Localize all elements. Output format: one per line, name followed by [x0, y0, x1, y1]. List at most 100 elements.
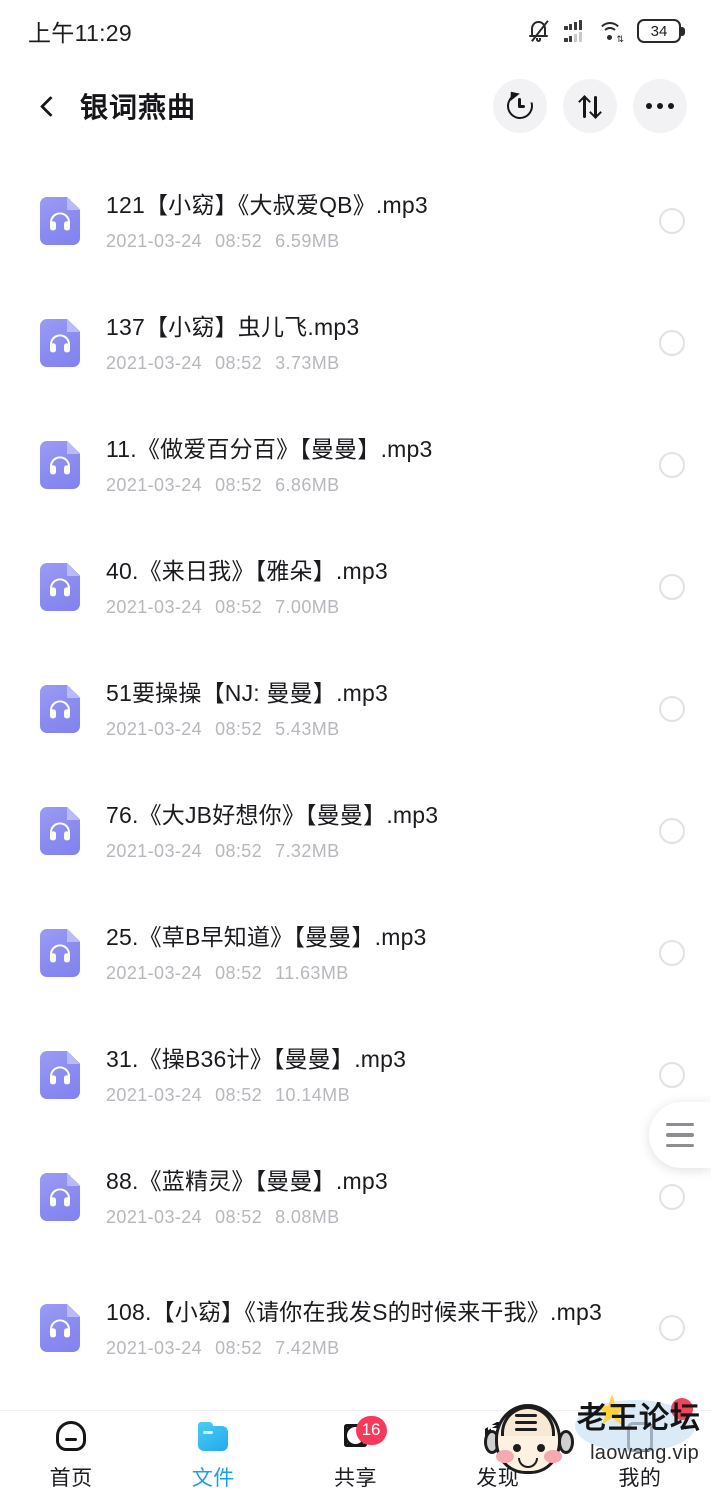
page-title: 银词燕曲	[80, 92, 197, 123]
file-select-checkbox[interactable]	[659, 574, 685, 600]
audio-file-icon	[40, 807, 80, 855]
file-list-item[interactable]: 11.《做爱百分百》【曼曼】.mp3 2021-03-24 08:52 6.86MB	[0, 404, 711, 526]
battery-icon: 34	[637, 19, 685, 43]
sort-arrows-icon	[576, 91, 604, 121]
nav-label-share: 共享	[334, 1466, 377, 1490]
audio-file-icon	[40, 441, 80, 489]
nav-label-discover: 发现	[476, 1466, 520, 1490]
history-button[interactable]	[493, 79, 547, 133]
file-time: 08:52	[215, 231, 263, 252]
file-list-item[interactable]: 40.《来日我》【雅朵】.mp3 2021-03-24 08:52 7.00MB	[0, 526, 711, 648]
file-select-checkbox[interactable]	[659, 208, 685, 234]
file-meta: 2021-03-24 08:52 7.00MB	[106, 597, 639, 618]
file-select-checkbox[interactable]	[659, 940, 685, 966]
file-select-checkbox[interactable]	[659, 696, 685, 722]
file-list-item[interactable]: 137【小窈】虫儿飞.mp3 2021-03-24 08:52 3.73MB	[0, 282, 711, 404]
file-time: 08:52	[215, 475, 263, 496]
file-size: 3.73MB	[275, 353, 340, 374]
file-time: 08:52	[215, 1085, 263, 1106]
file-date: 2021-03-24	[106, 719, 203, 740]
file-size: 7.32MB	[275, 841, 340, 862]
audio-file-icon	[40, 563, 80, 611]
file-list-item[interactable]: 108.【小窈】《请你在我发S的时候来干我》.mp3 2021-03-24 08:5…	[0, 1258, 711, 1398]
file-name: 121【小窈】《大叔爱QB》.mp3	[106, 191, 428, 218]
file-size: 6.59MB	[275, 231, 340, 252]
history-icon	[502, 88, 538, 124]
file-text-block: 76.《大JB好想你》【曼曼】.mp3 2021-03-24 08:52 7.32MB	[106, 800, 659, 862]
battery-level: 34	[650, 22, 668, 40]
file-size: 5.43MB	[275, 719, 340, 740]
file-list-item[interactable]: 88.《蓝精灵》【曼曼】.mp3 2021-03-24 08:52 8.08MB	[0, 1136, 711, 1258]
file-select-checkbox[interactable]	[659, 818, 685, 844]
file-text-block: 31.《操B36计》【曼曼】.mp3 2021-03-24 08:52 10.14MB	[106, 1044, 659, 1106]
file-select-checkbox[interactable]	[659, 1315, 685, 1341]
more-button[interactable]	[633, 79, 687, 133]
file-name: 25.《草B早知道》【曼曼】.mp3	[106, 923, 427, 950]
file-time: 08:52	[215, 841, 263, 862]
file-text-block: 11.《做爱百分百》【曼曼】.mp3 2021-03-24 08:52 6.86MB	[106, 434, 659, 496]
file-date: 2021-03-24	[106, 353, 203, 374]
file-list-item[interactable]: 76.《大JB好想你》【曼曼】.mp3 2021-03-24 08:52 7.32MB	[0, 770, 711, 892]
share-loops-icon: 16	[337, 1415, 387, 1454]
file-text-block: 137【小窈】虫儿飞.mp3 2021-03-24 08:52 3.73MB	[106, 312, 659, 374]
signal-icon	[564, 20, 582, 42]
sort-button[interactable]	[563, 79, 617, 133]
nav-label-files: 文件	[191, 1466, 235, 1490]
audio-file-icon	[40, 929, 80, 977]
nav-item-discover[interactable]: 发现	[427, 1411, 569, 1500]
nav-label-mine: 我的	[618, 1466, 662, 1490]
file-text-block: 88.《蓝精灵》【曼曼】.mp3 2021-03-24 08:52 8.08MB	[106, 1166, 659, 1228]
audio-file-icon	[40, 197, 80, 245]
file-text-block: 108.【小窈】《请你在我发S的时候来干我》.mp3 2021-03-24 08:5…	[106, 1297, 659, 1359]
file-time: 08:52	[215, 1338, 263, 1359]
file-date: 2021-03-24	[106, 231, 203, 252]
app-bar: 银词燕曲	[0, 62, 711, 150]
file-meta: 2021-03-24 08:52 11.63MB	[106, 963, 639, 984]
audio-file-icon	[40, 685, 80, 733]
audio-file-icon	[40, 1173, 80, 1221]
file-meta: 2021-03-24 08:52 10.14MB	[106, 1085, 639, 1106]
file-date: 2021-03-24	[106, 1085, 203, 1106]
file-select-checkbox[interactable]	[659, 330, 685, 356]
file-text-block: 40.《来日我》【雅朵】.mp3 2021-03-24 08:52 7.00MB	[106, 556, 659, 618]
profile-icon	[621, 1420, 659, 1454]
file-name: 40.《来日我》【雅朵】.mp3	[106, 557, 388, 584]
nav-item-home[interactable]: 首页	[0, 1411, 142, 1500]
file-select-checkbox[interactable]	[659, 1184, 685, 1210]
file-name: 76.《大JB好想你》【曼曼】.mp3	[106, 801, 439, 828]
audio-file-icon	[40, 1051, 80, 1099]
file-name: 88.《蓝精灵》【曼曼】.mp3	[106, 1167, 388, 1194]
file-name: 11.《做爱百分百》【曼曼】.mp3	[106, 435, 433, 462]
file-time: 08:52	[215, 353, 263, 374]
file-list-item[interactable]: 31.《操B36计》【曼曼】.mp3 2021-03-24 08:52 10.14MB	[0, 1014, 711, 1136]
nav-item-share[interactable]: 16 共享	[284, 1411, 426, 1500]
file-meta: 2021-03-24 08:52 6.86MB	[106, 475, 639, 496]
file-name: 51要操操【NJ: 曼曼】.mp3	[106, 679, 389, 706]
file-list-item[interactable]: 51要操操【NJ: 曼曼】.mp3 2021-03-24 08:52 5.43MB	[0, 648, 711, 770]
home-cloud-icon	[52, 1416, 90, 1454]
file-list-item[interactable]: 25.《草B早知道》【曼曼】.mp3 2021-03-24 08:52 11.63MB	[0, 892, 711, 1014]
status-icons: ⇅ 34	[528, 19, 685, 44]
scroll-handle[interactable]	[649, 1102, 711, 1168]
file-date: 2021-03-24	[106, 841, 203, 862]
file-time: 08:52	[215, 963, 263, 984]
app-bar-actions	[493, 79, 687, 133]
bell-muted-icon	[528, 19, 550, 43]
nav-label-home: 首页	[49, 1466, 93, 1490]
file-list[interactable]: 121【小窈】《大叔爱QB》.mp3 2021-03-24 08:52 6.59MB 1…	[0, 160, 711, 1410]
file-list-item[interactable]: 121【小窈】《大叔爱QB》.mp3 2021-03-24 08:52 6.59MB	[0, 160, 711, 282]
file-date: 2021-03-24	[106, 963, 203, 984]
file-date: 2021-03-24	[106, 597, 203, 618]
discover-hex-icon	[479, 1420, 517, 1454]
file-name: 108.【小窈】《请你在我发S的时候来干我》.mp3	[106, 1298, 602, 1325]
file-text-block: 51要操操【NJ: 曼曼】.mp3 2021-03-24 08:52 5.43MB	[106, 678, 659, 740]
file-select-checkbox[interactable]	[659, 452, 685, 478]
file-text-block: 121【小窈】《大叔爱QB》.mp3 2021-03-24 08:52 6.59MB	[106, 190, 659, 252]
file-meta: 2021-03-24 08:52 7.42MB	[106, 1338, 639, 1359]
file-size: 7.00MB	[275, 597, 340, 618]
folder-icon	[194, 1420, 232, 1454]
back-button[interactable]	[28, 84, 68, 128]
nav-item-mine[interactable]: 我的	[569, 1411, 711, 1500]
file-select-checkbox[interactable]	[659, 1062, 685, 1088]
nav-item-files[interactable]: 文件	[142, 1411, 284, 1500]
